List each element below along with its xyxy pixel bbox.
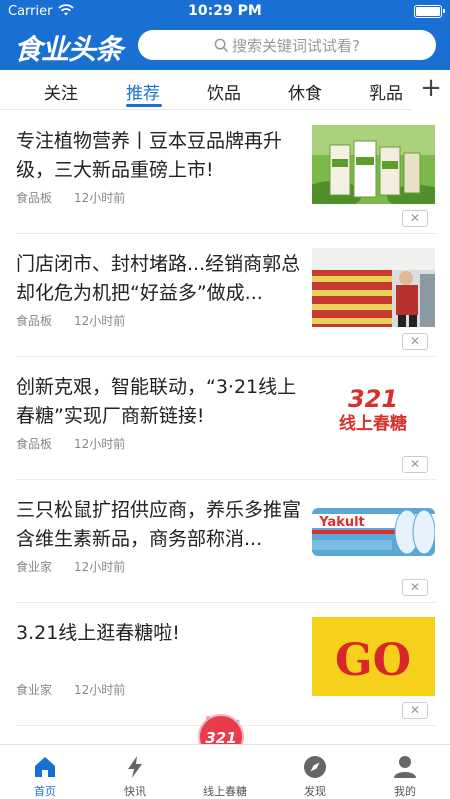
news-title[interactable]: 专注植物营养丨豆本豆品牌再升级，三大新品重磅上市! (16, 127, 304, 185)
news-time: 12小时前 (74, 191, 126, 205)
tabbar-label: 发现 (304, 785, 326, 798)
tabbar-mine[interactable]: 我的 (360, 745, 450, 799)
news-title[interactable]: 创新克艰，智能联动，“3·21线上春糖”实现厂商新链接! (16, 373, 304, 431)
battery-icon (414, 5, 445, 18)
news-title[interactable]: 三只松鼠扩招供应商，养乐多推富含维生素新品，商务部称消... (16, 496, 304, 554)
tab-dairy[interactable]: 乳品 (369, 79, 403, 104)
tabbar-home[interactable]: 首页 (0, 745, 90, 799)
news-time: 12小时前 (74, 314, 126, 328)
news-time: 12小时前 (74, 683, 126, 697)
search-placeholder: 搜索关键词试试看? (232, 36, 360, 55)
tabbar-flash[interactable]: 快讯 (90, 745, 180, 799)
thumb-brand-text: 线上春糖 (339, 413, 407, 434)
news-item[interactable]: 门店闭市、封村堵路...经销商郭总却化危为机把“好益多”做成... 食品板 12小… (16, 234, 436, 357)
news-item[interactable]: 3.21线上逛春糖啦! 食业家 12小时前 GO ✕ (16, 603, 436, 726)
search-icon (214, 38, 229, 52)
bottom-tab-bar: 首页 快讯 线上春糖 发现 我的 (0, 744, 450, 799)
tabbar-label: 我的 (394, 785, 416, 798)
add-channel-button[interactable]: + (406, 70, 450, 110)
app-header: Carrier 10:29 PM 食业头条 搜索关键词试试看? (0, 0, 450, 70)
status-bar: Carrier 10:29 PM (0, 0, 450, 24)
tabbar-label: 快讯 (124, 785, 146, 798)
news-time: 12小时前 (74, 560, 126, 574)
user-icon (394, 756, 416, 778)
news-meta: 食品板 12小时前 (16, 435, 125, 452)
news-meta: 食品板 12小时前 (16, 312, 125, 329)
dismiss-button[interactable]: ✕ (402, 702, 428, 719)
tabbar-discover[interactable]: 发现 (270, 745, 360, 799)
news-item[interactable]: 创新克艰，智能联动，“3·21线上春糖”实现厂商新链接! 食品板 12小时前 32… (16, 357, 436, 480)
tabbar-label: 线上春糖 (203, 785, 247, 798)
category-tabs: 关注 推荐 饮品 休食 乳品 + (0, 70, 450, 110)
thumb-go-text: GO (335, 635, 411, 686)
tab-follow[interactable]: 关注 (44, 79, 78, 104)
news-thumbnail[interactable]: GO (312, 617, 435, 696)
news-source: 食品板 (16, 191, 53, 205)
news-time: 12小时前 (74, 437, 126, 451)
news-title[interactable]: 3.21线上逛春糖啦! (16, 619, 304, 648)
tab-beverage[interactable]: 饮品 (207, 79, 241, 104)
app-logo: 食业头条 (14, 33, 123, 66)
news-thumbnail[interactable] (312, 248, 435, 327)
thumb-brand-text: Yakult (318, 515, 365, 530)
news-meta: 食业家 12小时前 (16, 558, 125, 575)
search-input[interactable]: 搜索关键词试试看? (138, 30, 436, 60)
news-thumbnail[interactable]: Yakult (312, 494, 435, 573)
home-icon (35, 757, 55, 777)
news-source: 食品板 (16, 437, 53, 451)
compass-icon (304, 756, 326, 778)
tabbar-label: 首页 (34, 785, 56, 798)
tab-snack[interactable]: 休食 (288, 79, 322, 104)
tab-recommend[interactable]: 推荐 (126, 79, 160, 104)
news-meta: 食品板 12小时前 (16, 189, 125, 206)
news-meta: 食业家 12小时前 (16, 681, 125, 698)
dismiss-button[interactable]: ✕ (402, 333, 428, 350)
news-source: 食业家 (16, 560, 53, 574)
lightning-icon (128, 756, 142, 778)
status-time: 10:29 PM (188, 3, 262, 19)
news-title[interactable]: 门店闭市、封村堵路...经销商郭总却化危为机把“好益多”做成... (16, 250, 304, 308)
news-thumbnail[interactable]: 321 线上春糖 (312, 371, 435, 450)
tab-active-indicator (126, 104, 162, 107)
news-source: 食品板 (16, 314, 53, 328)
dismiss-button[interactable]: ✕ (402, 456, 428, 473)
news-thumbnail[interactable] (312, 125, 435, 204)
news-source: 食业家 (16, 683, 53, 697)
news-item[interactable]: 三只松鼠扩招供应商，养乐多推富含维生素新品，商务部称消... 食业家 12小时前 … (16, 480, 436, 603)
thumb-321-text: 321 (348, 385, 398, 413)
dismiss-button[interactable]: ✕ (402, 210, 428, 227)
dismiss-button[interactable]: ✕ (402, 579, 428, 596)
tabbar-spring-fair[interactable]: 线上春糖 (180, 745, 270, 799)
news-item[interactable]: 专注植物营养丨豆本豆品牌再升级，三大新品重磅上市! 食品板 12小时前 ✕ (16, 111, 436, 234)
